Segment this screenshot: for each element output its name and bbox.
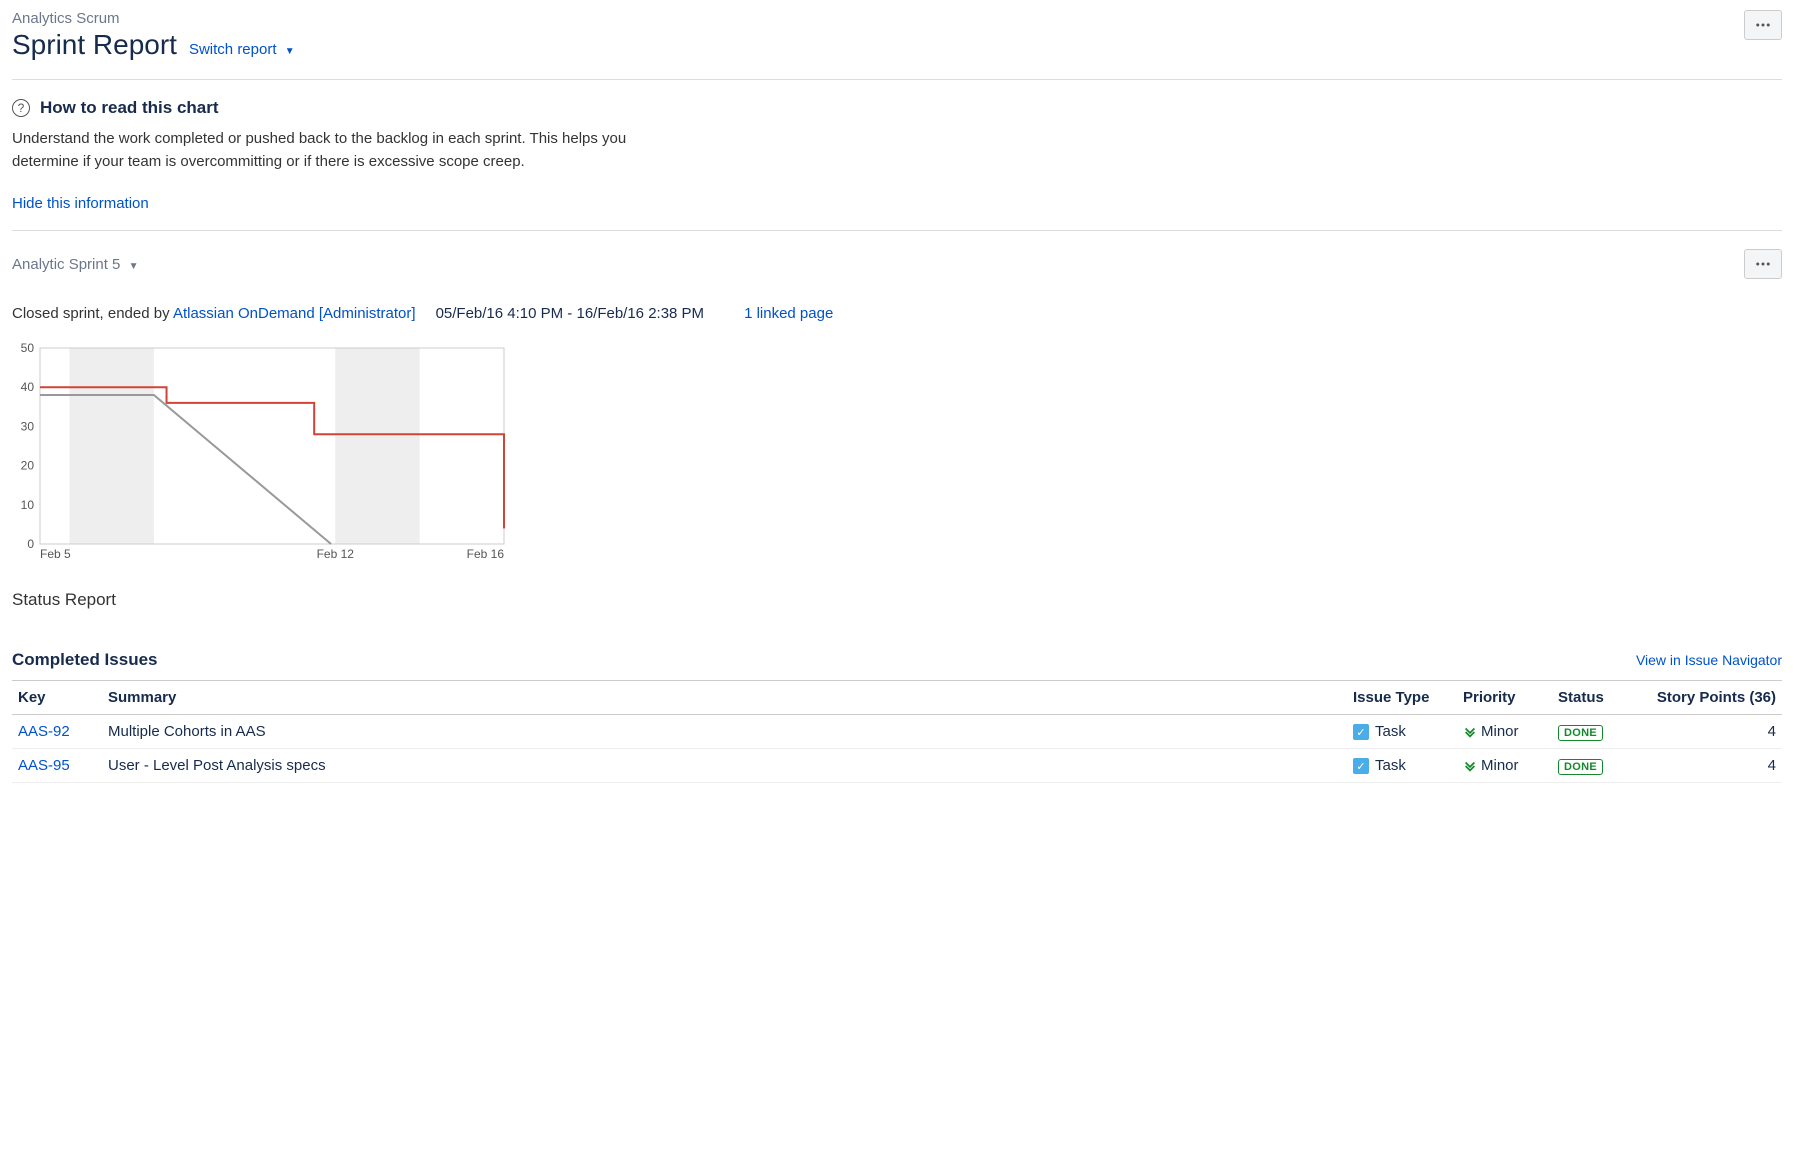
more-icon	[1754, 255, 1772, 273]
svg-text:Feb 16: Feb 16	[467, 547, 505, 561]
help-panel: ? How to read this chart Understand the …	[12, 98, 1782, 212]
svg-text:Feb 12: Feb 12	[317, 547, 355, 561]
table-header-row: Key Summary Issue Type Priority Status S…	[12, 681, 1782, 715]
col-status: Status	[1552, 681, 1632, 715]
issue-type-label: Task	[1375, 723, 1406, 740]
issue-summary: User - Level Post Analysis specs	[102, 749, 1347, 783]
svg-text:20: 20	[21, 459, 35, 473]
col-key: Key	[12, 681, 102, 715]
svg-text:30: 30	[21, 419, 35, 433]
more-icon	[1754, 16, 1772, 34]
svg-text:50: 50	[21, 342, 35, 355]
burndown-svg: 0 10 20 30 40 50 Feb 5 Feb 12 Feb 16	[12, 342, 512, 562]
issue-summary: Multiple Cohorts in AAS	[102, 715, 1347, 749]
priority-label: Minor	[1481, 723, 1519, 740]
task-icon: ✓	[1353, 724, 1369, 740]
linked-pages-link[interactable]: 1 linked page	[744, 305, 833, 322]
col-story-points: Story Points (36)	[1632, 681, 1782, 715]
caret-down-icon: ▼	[285, 46, 295, 57]
priority-minor-icon	[1463, 759, 1477, 773]
help-icon: ?	[12, 99, 30, 117]
hide-help-link[interactable]: Hide this information	[12, 195, 149, 212]
status-badge: DONE	[1558, 759, 1603, 775]
help-description: Understand the work completed or pushed …	[12, 128, 672, 173]
divider	[12, 79, 1782, 80]
burndown-chart: 0 10 20 30 40 50 Feb 5 Feb 12 Feb 16	[12, 342, 512, 562]
view-in-navigator-link[interactable]: View in Issue Navigator	[1636, 652, 1782, 668]
caret-down-icon: ▼	[129, 261, 139, 272]
board-name: Analytics Scrum	[12, 10, 295, 27]
svg-text:10: 10	[21, 498, 35, 512]
completed-issues-table: Key Summary Issue Type Priority Status S…	[12, 680, 1782, 783]
sprint-ended-by-user-link[interactable]: Atlassian OnDemand [Administrator]	[173, 305, 416, 322]
sprint-status: Closed sprint, ended by	[12, 305, 170, 322]
status-report-heading: Status Report	[12, 590, 1782, 610]
switch-report-label: Switch report	[189, 41, 277, 58]
sprint-selector-label: Analytic Sprint 5	[12, 256, 120, 273]
story-points-value: 4	[1632, 749, 1782, 783]
sprint-meta: Closed sprint, ended by Atlassian OnDema…	[12, 305, 1782, 322]
sprint-selector-dropdown[interactable]: Analytic Sprint 5 ▼	[12, 256, 138, 273]
table-row: AAS-92 Multiple Cohorts in AAS ✓ Task Minor D…	[12, 715, 1782, 749]
priority-minor-icon	[1463, 725, 1477, 739]
issue-type-label: Task	[1375, 757, 1406, 774]
table-row: AAS-95 User - Level Post Analysis specs ✓ T…	[12, 749, 1782, 783]
help-title: How to read this chart	[40, 98, 219, 118]
sprint-more-actions-button[interactable]	[1744, 249, 1782, 279]
more-actions-button[interactable]	[1744, 10, 1782, 40]
svg-text:40: 40	[21, 380, 35, 394]
story-points-value: 4	[1632, 715, 1782, 749]
switch-report-dropdown[interactable]: Switch report ▼	[189, 41, 295, 58]
issue-key-link[interactable]: AAS-95	[18, 757, 70, 774]
col-priority: Priority	[1457, 681, 1552, 715]
issue-key-link[interactable]: AAS-92	[18, 723, 70, 740]
sprint-date-range: 05/Feb/16 4:10 PM - 16/Feb/16 2:38 PM	[436, 305, 705, 322]
col-summary: Summary	[102, 681, 1347, 715]
page-title: Sprint Report	[12, 29, 177, 61]
svg-text:0: 0	[27, 537, 34, 551]
divider	[12, 230, 1782, 231]
svg-text:Feb 5: Feb 5	[40, 547, 71, 561]
task-icon: ✓	[1353, 758, 1369, 774]
status-badge: DONE	[1558, 725, 1603, 741]
col-issue-type: Issue Type	[1347, 681, 1457, 715]
priority-label: Minor	[1481, 757, 1519, 774]
completed-issues-heading: Completed Issues	[12, 650, 158, 670]
page-header: Analytics Scrum Sprint Report Switch rep…	[12, 10, 1782, 61]
